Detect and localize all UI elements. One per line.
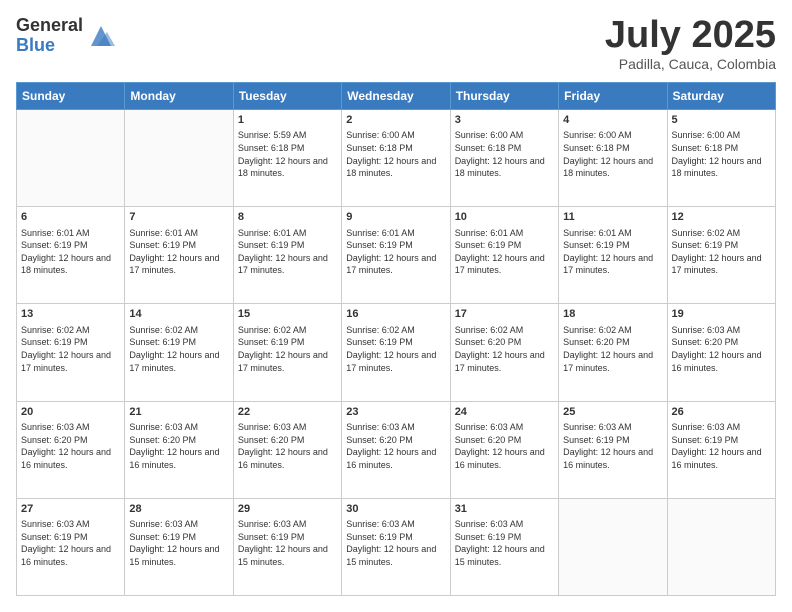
day-cell: 22Sunrise: 6:03 AMSunset: 6:20 PMDayligh… — [233, 401, 341, 498]
title-section: July 2025 Padilla, Cauca, Colombia — [605, 16, 776, 72]
cell-date: 31 — [455, 502, 554, 517]
cell-date: 18 — [563, 307, 662, 322]
day-cell — [559, 498, 667, 595]
calendar-row-2: 13Sunrise: 6:02 AMSunset: 6:19 PMDayligh… — [17, 304, 776, 401]
month-title: July 2025 — [605, 16, 776, 54]
calendar-table: SundayMondayTuesdayWednesdayThursdayFrid… — [16, 82, 776, 596]
calendar-row-4: 27Sunrise: 6:03 AMSunset: 6:19 PMDayligh… — [17, 498, 776, 595]
day-cell — [125, 110, 233, 207]
day-cell: 26Sunrise: 6:03 AMSunset: 6:19 PMDayligh… — [667, 401, 775, 498]
cell-date: 13 — [21, 307, 120, 322]
cell-date: 8 — [238, 210, 337, 225]
cell-date: 17 — [455, 307, 554, 322]
cell-date: 10 — [455, 210, 554, 225]
cell-date: 30 — [346, 502, 445, 517]
cell-date: 5 — [672, 113, 771, 128]
day-cell: 31Sunrise: 6:03 AMSunset: 6:19 PMDayligh… — [450, 498, 558, 595]
day-cell: 18Sunrise: 6:02 AMSunset: 6:20 PMDayligh… — [559, 304, 667, 401]
day-header-wednesday: Wednesday — [342, 83, 450, 110]
cell-date: 19 — [672, 307, 771, 322]
day-cell: 24Sunrise: 6:03 AMSunset: 6:20 PMDayligh… — [450, 401, 558, 498]
day-cell: 3Sunrise: 6:00 AMSunset: 6:18 PMDaylight… — [450, 110, 558, 207]
cell-date: 4 — [563, 113, 662, 128]
day-header-tuesday: Tuesday — [233, 83, 341, 110]
day-header-thursday: Thursday — [450, 83, 558, 110]
cell-date: 16 — [346, 307, 445, 322]
day-cell: 19Sunrise: 6:03 AMSunset: 6:20 PMDayligh… — [667, 304, 775, 401]
cell-date: 29 — [238, 502, 337, 517]
day-cell: 9Sunrise: 6:01 AMSunset: 6:19 PMDaylight… — [342, 207, 450, 304]
calendar-row-3: 20Sunrise: 6:03 AMSunset: 6:20 PMDayligh… — [17, 401, 776, 498]
day-cell: 30Sunrise: 6:03 AMSunset: 6:19 PMDayligh… — [342, 498, 450, 595]
day-cell: 21Sunrise: 6:03 AMSunset: 6:20 PMDayligh… — [125, 401, 233, 498]
day-cell: 28Sunrise: 6:03 AMSunset: 6:19 PMDayligh… — [125, 498, 233, 595]
day-cell: 4Sunrise: 6:00 AMSunset: 6:18 PMDaylight… — [559, 110, 667, 207]
cell-date: 15 — [238, 307, 337, 322]
cell-date: 22 — [238, 405, 337, 420]
logo-general: General — [16, 16, 83, 36]
logo-icon — [87, 22, 115, 50]
logo: General Blue — [16, 16, 115, 56]
day-cell: 27Sunrise: 6:03 AMSunset: 6:19 PMDayligh… — [17, 498, 125, 595]
cell-date: 25 — [563, 405, 662, 420]
page: General Blue July 2025 Padilla, Cauca, C… — [0, 0, 792, 612]
cell-date: 3 — [455, 113, 554, 128]
day-cell: 11Sunrise: 6:01 AMSunset: 6:19 PMDayligh… — [559, 207, 667, 304]
calendar-row-0: 1Sunrise: 5:59 AMSunset: 6:18 PMDaylight… — [17, 110, 776, 207]
day-header-friday: Friday — [559, 83, 667, 110]
day-cell: 29Sunrise: 6:03 AMSunset: 6:19 PMDayligh… — [233, 498, 341, 595]
day-cell: 7Sunrise: 6:01 AMSunset: 6:19 PMDaylight… — [125, 207, 233, 304]
day-cell: 13Sunrise: 6:02 AMSunset: 6:19 PMDayligh… — [17, 304, 125, 401]
cell-date: 2 — [346, 113, 445, 128]
day-cell: 25Sunrise: 6:03 AMSunset: 6:19 PMDayligh… — [559, 401, 667, 498]
cell-date: 26 — [672, 405, 771, 420]
day-cell: 16Sunrise: 6:02 AMSunset: 6:19 PMDayligh… — [342, 304, 450, 401]
day-cell: 2Sunrise: 6:00 AMSunset: 6:18 PMDaylight… — [342, 110, 450, 207]
day-cell: 12Sunrise: 6:02 AMSunset: 6:19 PMDayligh… — [667, 207, 775, 304]
logo-text: General Blue — [16, 16, 83, 56]
subtitle: Padilla, Cauca, Colombia — [605, 56, 776, 72]
header: General Blue July 2025 Padilla, Cauca, C… — [16, 16, 776, 72]
day-cell: 20Sunrise: 6:03 AMSunset: 6:20 PMDayligh… — [17, 401, 125, 498]
calendar-header-row: SundayMondayTuesdayWednesdayThursdayFrid… — [17, 83, 776, 110]
logo-blue: Blue — [16, 36, 83, 56]
cell-date: 20 — [21, 405, 120, 420]
cell-date: 27 — [21, 502, 120, 517]
day-cell: 17Sunrise: 6:02 AMSunset: 6:20 PMDayligh… — [450, 304, 558, 401]
cell-date: 12 — [672, 210, 771, 225]
day-cell: 10Sunrise: 6:01 AMSunset: 6:19 PMDayligh… — [450, 207, 558, 304]
day-cell: 14Sunrise: 6:02 AMSunset: 6:19 PMDayligh… — [125, 304, 233, 401]
cell-date: 6 — [21, 210, 120, 225]
day-header-saturday: Saturday — [667, 83, 775, 110]
day-cell: 15Sunrise: 6:02 AMSunset: 6:19 PMDayligh… — [233, 304, 341, 401]
cell-date: 21 — [129, 405, 228, 420]
day-cell: 23Sunrise: 6:03 AMSunset: 6:20 PMDayligh… — [342, 401, 450, 498]
day-header-sunday: Sunday — [17, 83, 125, 110]
cell-date: 1 — [238, 113, 337, 128]
cell-date: 23 — [346, 405, 445, 420]
day-header-monday: Monday — [125, 83, 233, 110]
calendar-row-1: 6Sunrise: 6:01 AMSunset: 6:19 PMDaylight… — [17, 207, 776, 304]
cell-date: 11 — [563, 210, 662, 225]
day-cell: 5Sunrise: 6:00 AMSunset: 6:18 PMDaylight… — [667, 110, 775, 207]
day-cell — [17, 110, 125, 207]
cell-date: 7 — [129, 210, 228, 225]
day-cell: 8Sunrise: 6:01 AMSunset: 6:19 PMDaylight… — [233, 207, 341, 304]
day-cell: 1Sunrise: 5:59 AMSunset: 6:18 PMDaylight… — [233, 110, 341, 207]
cell-date: 9 — [346, 210, 445, 225]
day-cell — [667, 498, 775, 595]
day-cell: 6Sunrise: 6:01 AMSunset: 6:19 PMDaylight… — [17, 207, 125, 304]
cell-date: 14 — [129, 307, 228, 322]
cell-date: 28 — [129, 502, 228, 517]
cell-date: 24 — [455, 405, 554, 420]
